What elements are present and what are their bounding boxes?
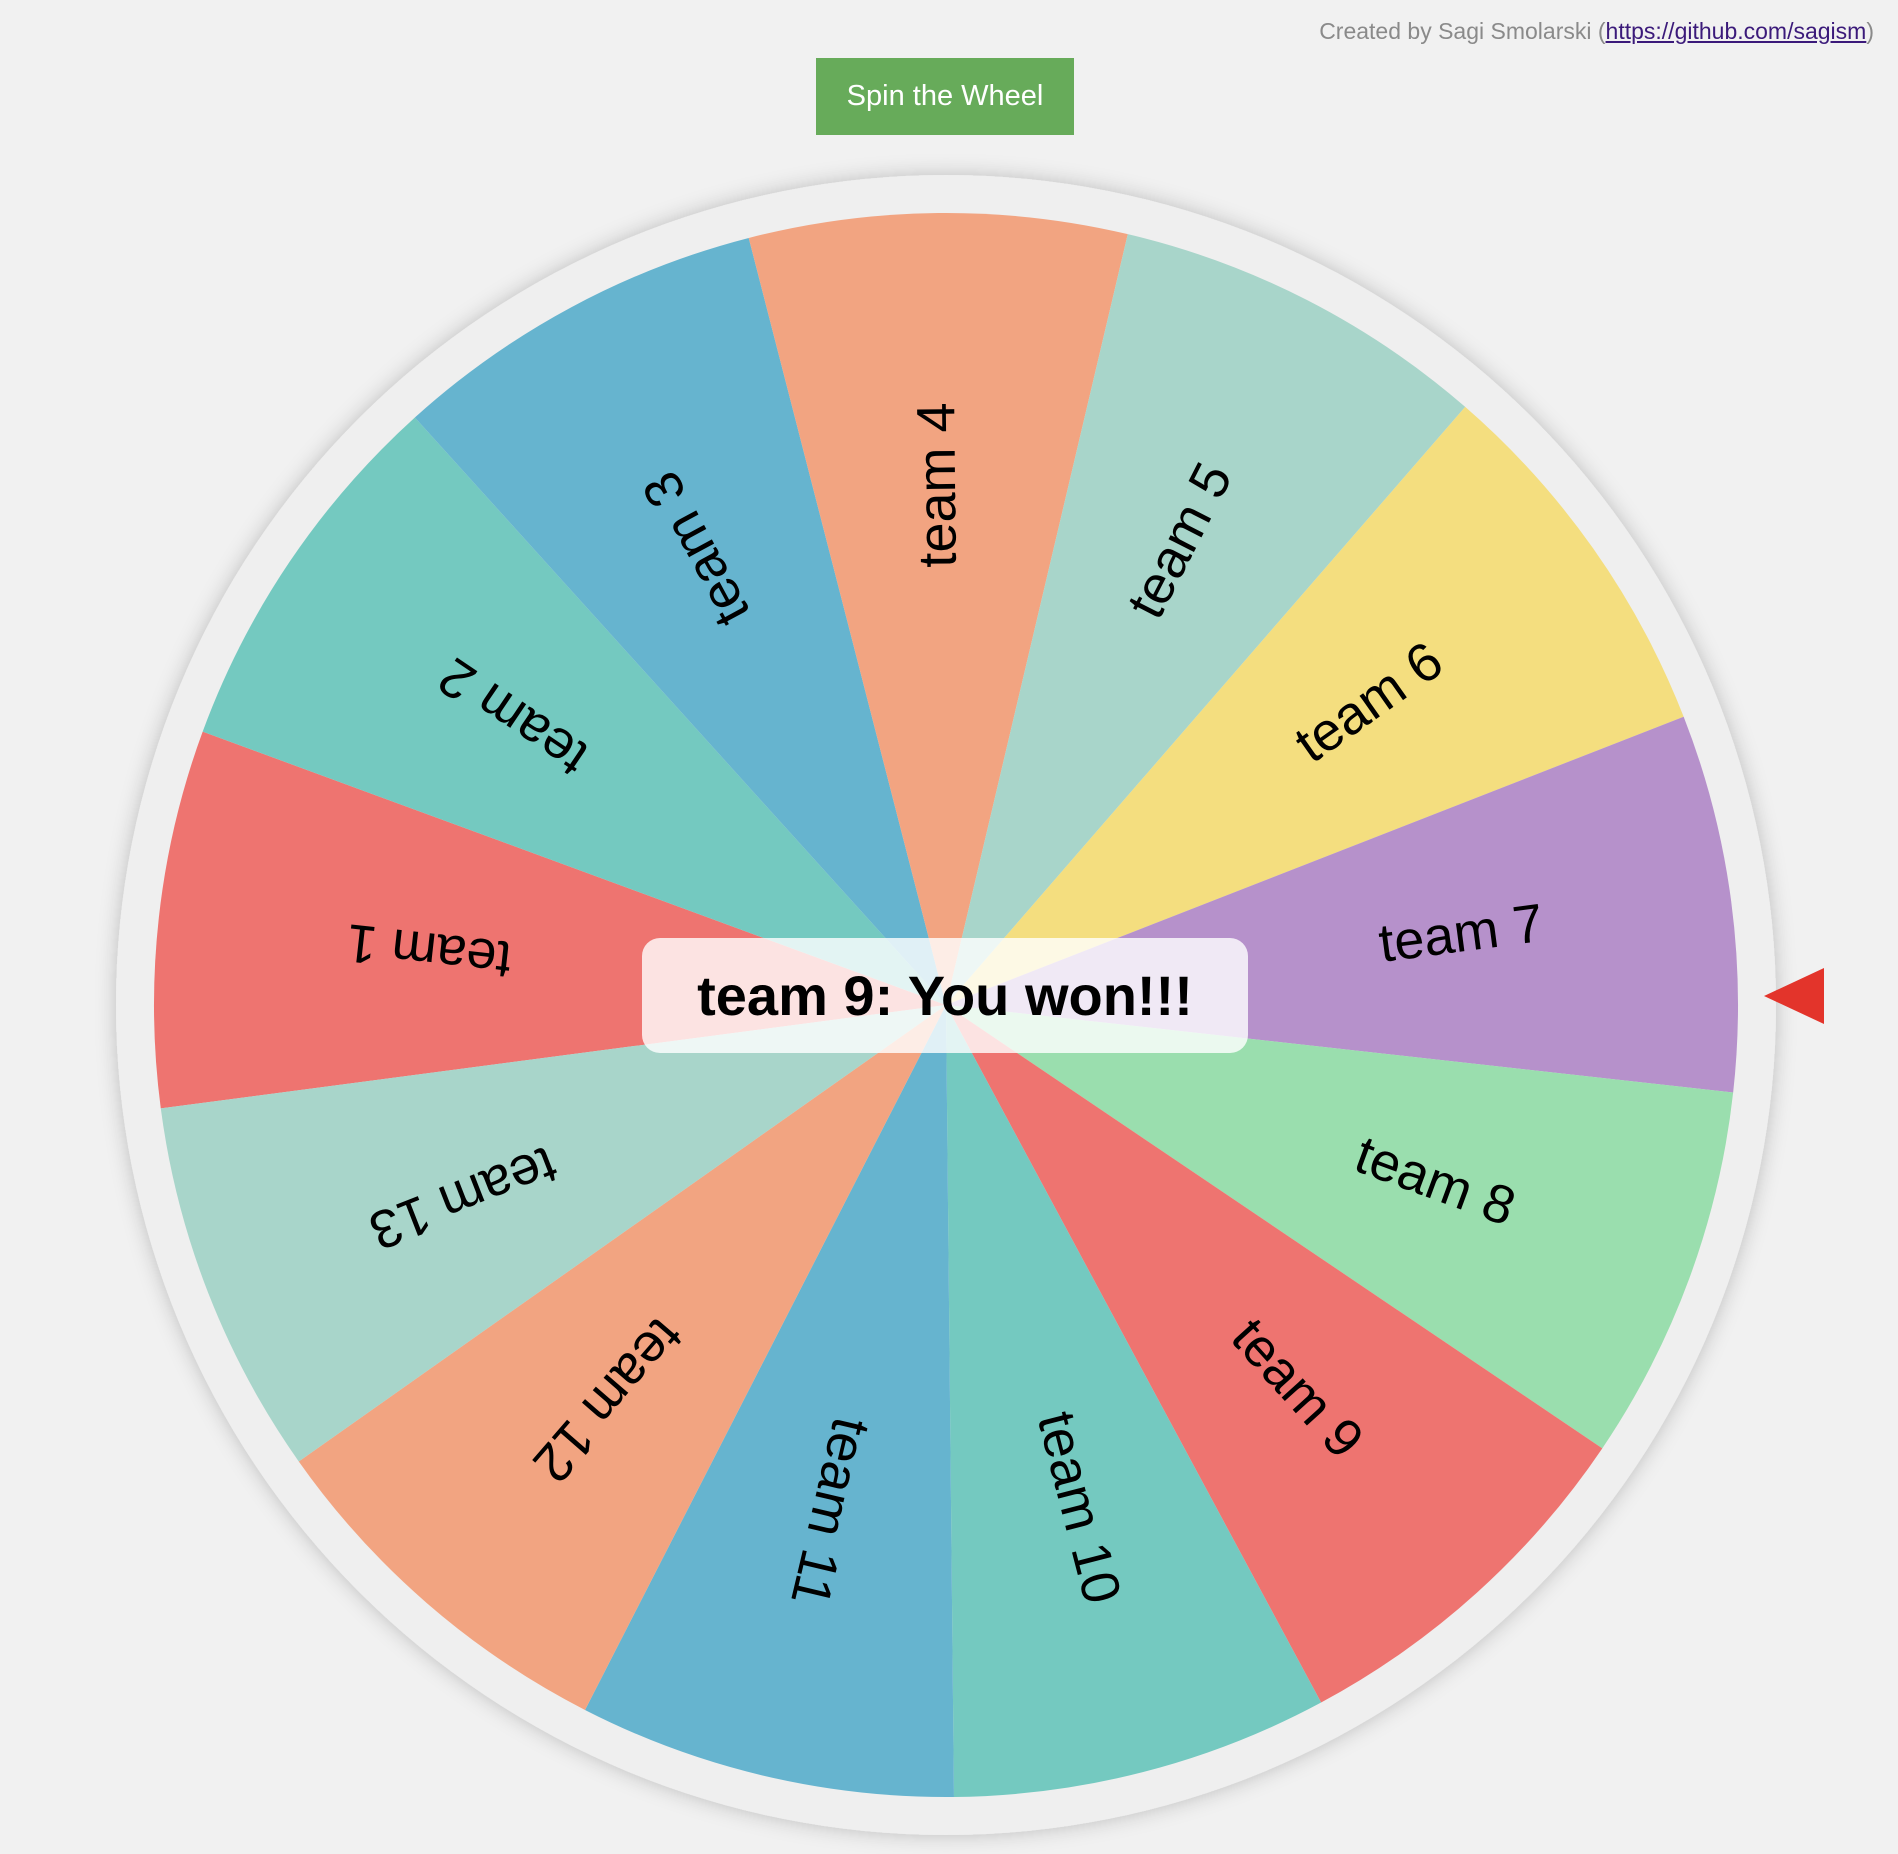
wheel-segment-label: team 4 <box>906 402 968 568</box>
wheel-container: team 1 team 2 team 3 team 4 team 5 team 6 team… <box>0 0 1898 1854</box>
wheel[interactable]: team 1team 2team 3 team 4 team 5team 6team… <box>0 0 1898 1854</box>
spin-wheel-page: Created by Sagi Smolarski (https://githu… <box>0 0 1898 1854</box>
